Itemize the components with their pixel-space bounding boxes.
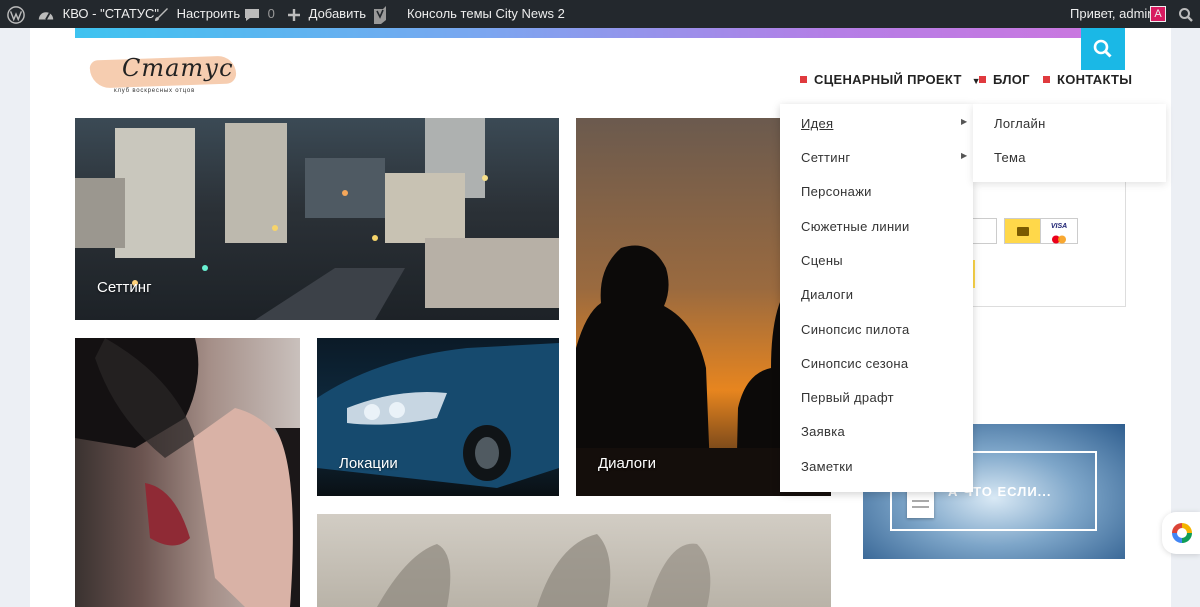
comment-icon [245, 8, 259, 21]
submenu-item-logline[interactable]: Логлайн [994, 116, 1046, 131]
add-new-label: Добавить [308, 6, 367, 21]
dropdown-item-pilot-synopsis[interactable]: Синопсис пилота [801, 322, 910, 337]
masked-woman-image [75, 338, 300, 607]
nav-marker-icon [979, 76, 986, 83]
admin-bar: КВО - "СТАТУС" Настроить 0 Добавить Конс… [0, 0, 1200, 28]
post-card-setting[interactable]: Сеттинг [75, 118, 559, 320]
post-card-locations[interactable]: Локации [317, 338, 559, 496]
mastercard-icon [1052, 235, 1066, 244]
dropdown-item-setting[interactable]: Сеттинг [801, 150, 850, 165]
nav-item-contacts[interactable]: КОНТАКТЫ [1043, 72, 1132, 90]
post-card-shadows[interactable] [317, 514, 831, 607]
greeting-text[interactable]: Привет, admin [1070, 0, 1155, 28]
nav-item-label: БЛОГ [993, 72, 1030, 87]
brush-icon [155, 7, 168, 21]
dropdown-item-idea[interactable]: Идея [801, 116, 833, 131]
dropdown-item-characters[interactable]: Персонажи [801, 184, 872, 199]
logo-subtitle: клуб воскресных отцов [114, 88, 196, 94]
logo-title: Статус [122, 54, 234, 82]
blue-car-image [317, 343, 559, 488]
dropdown-item-scenes[interactable]: Сцены [801, 253, 843, 268]
submenu-item-theme[interactable]: Тема [994, 150, 1026, 165]
floating-widget-button[interactable] [1162, 512, 1200, 554]
dropdown-item-application[interactable]: Заявка [801, 424, 845, 439]
wordpress-logo-icon[interactable] [7, 0, 25, 28]
header-gradient-bar [75, 28, 1081, 38]
nav-item-blog[interactable]: БЛОГ [979, 72, 1030, 90]
site-name-link[interactable]: КВО - "СТАТУС" [37, 0, 159, 28]
customize-label: Настроить [176, 6, 241, 21]
nav-marker-icon [1043, 76, 1050, 83]
add-new-link[interactable]: Добавить [287, 0, 366, 28]
nav-item-label: СЦЕНАРНЫЙ ПРОЕКТ [814, 72, 962, 87]
submenu-arrow-icon: ▶ [961, 117, 968, 126]
plus-icon [288, 8, 300, 21]
dropdown-item-notes[interactable]: Заметки [801, 459, 853, 474]
dropdown-menu: Идея ▶ Сеттинг ▶ Персонажи Сюжетные лини… [780, 104, 973, 492]
color-circle-icon [1172, 523, 1192, 543]
nav-item-label: КОНТАКТЫ [1057, 72, 1133, 87]
visa-label: VISA [1050, 223, 1068, 230]
dashboard-icon [38, 11, 54, 20]
avatar[interactable]: A [1150, 6, 1166, 22]
card-label-setting[interactable]: Сеттинг [97, 279, 152, 296]
shadows-image [377, 534, 711, 607]
document-icon [907, 488, 934, 518]
nav-item-script-project[interactable]: СЦЕНАРНЫЙ ПРОЕКТ ▼ [800, 72, 981, 90]
nav-marker-icon [800, 76, 807, 83]
submenu-idea: Логлайн Тема [973, 104, 1166, 182]
card-payment-option[interactable]: VISA [1040, 218, 1078, 244]
search-button[interactable] [1081, 28, 1125, 70]
wallet-payment-option[interactable] [1004, 218, 1042, 244]
site-logo[interactable]: Статус клуб воскресных отцов [86, 52, 238, 100]
dropdown-item-season-synopsis[interactable]: Синопсис сезона [801, 356, 908, 371]
dropdown-item-first-draft[interactable]: Первый драфт [801, 390, 894, 405]
dropdown-item-dialogs[interactable]: Диалоги [801, 287, 853, 302]
admin-search-icon[interactable] [1178, 0, 1194, 28]
submenu-arrow-icon: ▶ [961, 151, 968, 160]
comments-count: 0 [267, 6, 275, 21]
card-label-dialogs[interactable]: Диалоги [598, 455, 656, 472]
comments-link[interactable]: 0 [244, 0, 275, 28]
customize-link[interactable]: Настроить [153, 0, 240, 28]
search-icon [1093, 39, 1112, 58]
post-card-mask[interactable] [75, 338, 300, 607]
dropdown-item-storylines[interactable]: Сюжетные линии [801, 219, 910, 234]
wallet-icon [1017, 227, 1029, 236]
site-name-label: КВО - "СТАТУС" [62, 6, 160, 21]
theme-console-link[interactable]: Консоль темы City News 2 [407, 0, 565, 28]
yoast-icon[interactable] [372, 0, 388, 28]
card-label-locations[interactable]: Локации [339, 455, 398, 472]
